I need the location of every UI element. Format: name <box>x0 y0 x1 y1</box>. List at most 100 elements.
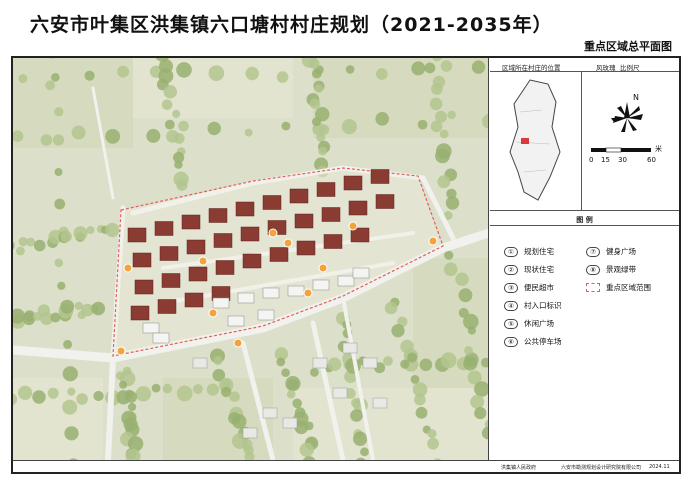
tree <box>435 148 450 164</box>
tree <box>45 80 55 91</box>
scale-tick-15: 15 <box>601 156 610 164</box>
tree <box>463 356 478 371</box>
tree <box>410 375 420 384</box>
existing-building <box>257 309 275 321</box>
tree <box>125 391 138 403</box>
tree <box>471 60 486 74</box>
tree <box>439 129 449 139</box>
house <box>296 240 316 256</box>
tree <box>440 60 453 72</box>
field-patch <box>313 58 488 138</box>
footer-client: 洪集镇人民政府 <box>501 465 537 471</box>
tree <box>384 301 398 315</box>
tree <box>40 134 53 146</box>
outer-building <box>372 397 388 409</box>
tree <box>299 442 314 457</box>
tree <box>244 128 253 137</box>
tree <box>445 196 460 210</box>
tree <box>400 359 410 369</box>
house <box>262 195 282 210</box>
house <box>134 279 154 295</box>
tree <box>213 355 223 365</box>
tree <box>318 146 328 156</box>
tree <box>327 357 342 372</box>
tree <box>86 226 95 235</box>
tree <box>173 133 185 144</box>
legend-item-planned-housing: ① 规划住宅 <box>504 246 554 257</box>
tree <box>208 65 225 81</box>
tree <box>431 83 443 95</box>
tree <box>345 65 355 74</box>
tree <box>309 98 321 109</box>
tree <box>383 356 393 366</box>
tree <box>281 121 291 131</box>
tree <box>151 383 161 393</box>
map-marker <box>303 288 313 298</box>
tree <box>62 399 78 415</box>
tree <box>419 358 433 372</box>
tree <box>26 237 35 247</box>
map-marker <box>428 236 438 246</box>
tree <box>71 125 86 140</box>
tree <box>458 288 473 303</box>
tree <box>375 112 390 126</box>
field-patch <box>293 388 488 460</box>
legend-item-key-area-range: 重点区域范围 <box>586 282 651 293</box>
village-outline-map <box>509 79 561 201</box>
house <box>186 239 206 255</box>
existing-building <box>262 287 280 299</box>
house <box>181 214 201 230</box>
house <box>370 169 390 184</box>
tree <box>162 383 173 394</box>
tree <box>312 117 321 127</box>
page-title: 六安市叶集区洪集镇六口塘村村庄规划（2021-2035年） <box>30 14 553 36</box>
tree <box>172 109 181 118</box>
tree <box>146 128 161 143</box>
tree <box>51 73 60 82</box>
house <box>235 201 255 217</box>
footer: 洪集镇人民政府 六安市勘测规划设计研究院有限公司 2024.11 <box>13 460 679 472</box>
footer-date: 2024.11 <box>649 464 670 470</box>
house <box>130 305 150 321</box>
map-marker <box>116 346 126 356</box>
tree <box>281 368 290 378</box>
house <box>215 260 235 275</box>
existing-building <box>212 297 230 309</box>
tree <box>414 393 426 406</box>
scale-tick-30: 30 <box>618 156 627 164</box>
map-marker <box>283 238 293 248</box>
tree <box>350 409 363 422</box>
tree <box>73 226 88 241</box>
tree <box>429 97 443 111</box>
outer-building <box>362 357 378 369</box>
tree <box>76 393 88 405</box>
house <box>159 246 179 261</box>
tree <box>54 168 63 176</box>
tree <box>444 250 454 260</box>
tree <box>105 129 121 144</box>
tree <box>64 426 79 441</box>
tree <box>128 402 137 412</box>
tree <box>176 62 192 78</box>
tree <box>360 447 369 457</box>
divider <box>490 210 679 211</box>
house <box>294 213 314 229</box>
tree <box>176 385 193 402</box>
tree <box>286 390 296 399</box>
tree <box>67 387 76 396</box>
page-subtitle: 重点区域总平面图 <box>584 40 672 53</box>
tree <box>57 281 66 290</box>
map-marker <box>233 338 243 348</box>
tree <box>105 222 120 238</box>
site-plan-svg <box>13 58 488 460</box>
tree <box>407 352 418 363</box>
footer-designer: 六安市勘测规划设计研究院有限公司 <box>561 465 642 471</box>
map-marker <box>318 263 328 273</box>
tree <box>54 198 66 210</box>
tree <box>304 421 314 431</box>
existing-building <box>287 285 305 297</box>
legend-item-leisure-plaza: ⑤ 休闲广场 <box>504 318 554 329</box>
tree <box>308 58 320 69</box>
tree <box>18 74 28 84</box>
tree <box>427 437 439 450</box>
